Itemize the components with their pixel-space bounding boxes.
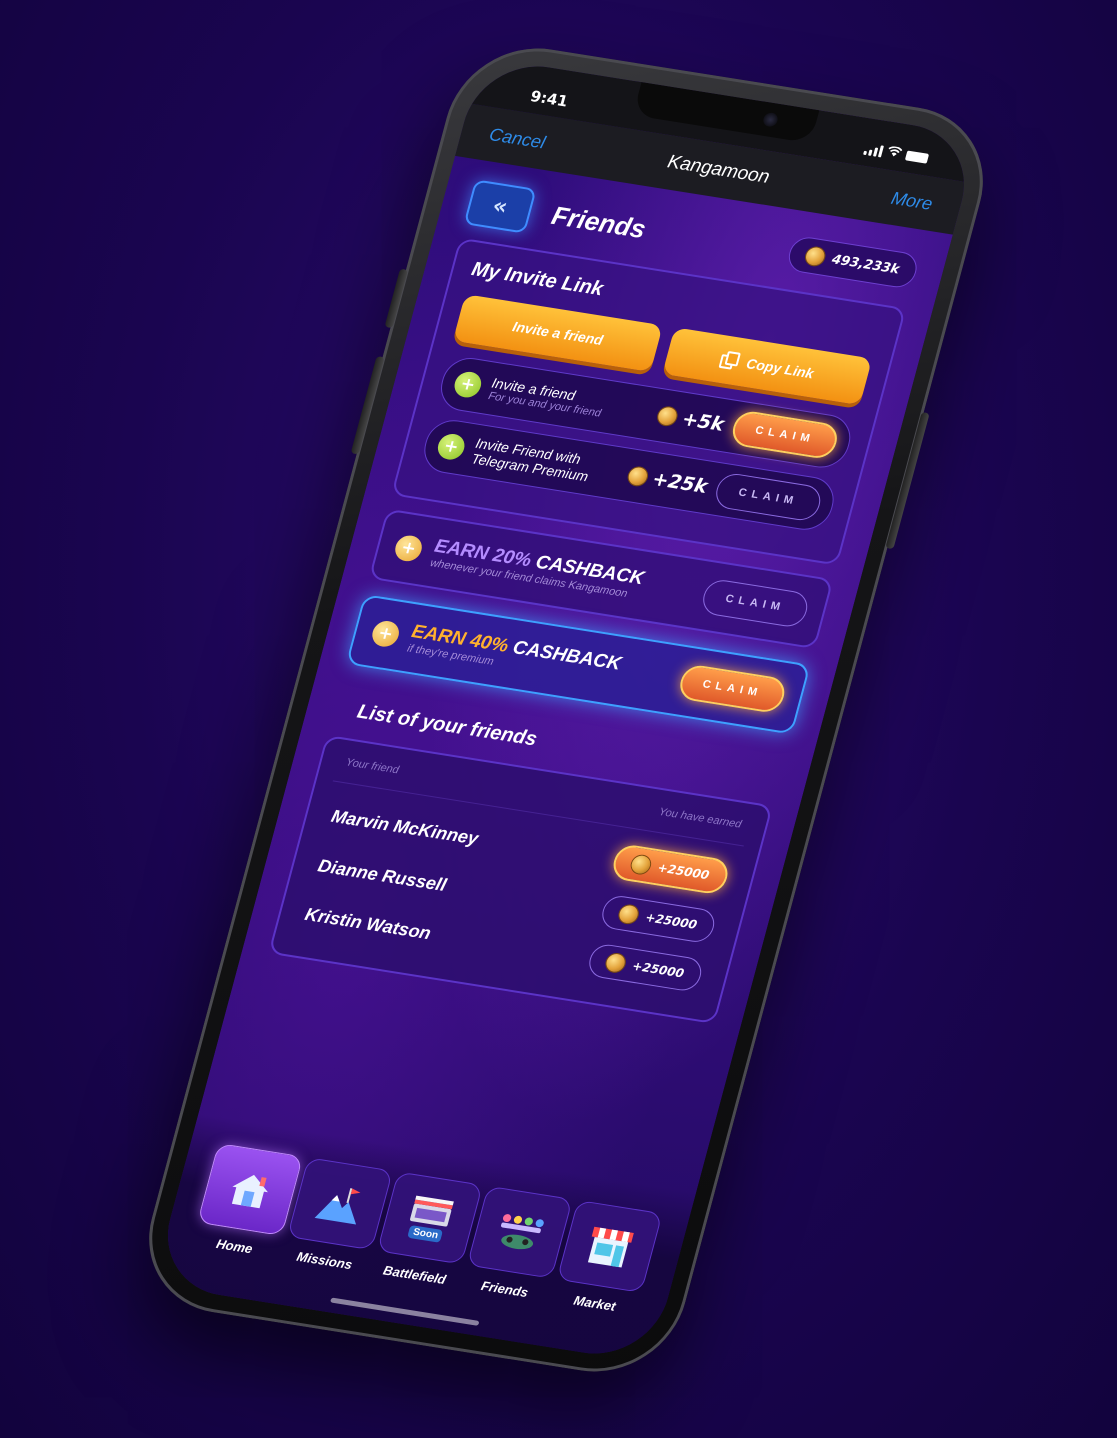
page-title: Friends	[548, 199, 650, 244]
cashback-text: EARN 20% CASHBACK whenever your friend c…	[429, 536, 697, 610]
col-friend: Your friend	[344, 756, 401, 777]
arena-icon: Soon	[376, 1171, 484, 1265]
coin-icon	[656, 406, 679, 427]
plus-icon: +	[451, 369, 485, 400]
stage: 9:41 Cancel Kangamoon More « Friends 493…	[0, 0, 1117, 1438]
invite-friend-label: Invite a friend	[510, 318, 605, 348]
screen: 9:41 Cancel Kangamoon More « Friends 493…	[152, 56, 980, 1364]
coin-icon	[626, 466, 650, 487]
camera-icon	[761, 111, 780, 128]
chevron-left-icon: «	[489, 193, 511, 220]
copy-icon	[718, 350, 742, 370]
earned-badge: +25000	[585, 942, 705, 993]
coin-icon	[617, 904, 641, 925]
status-time: 9:41	[528, 87, 570, 111]
earned-value: +25000	[643, 910, 699, 932]
cancel-button[interactable]: Cancel	[487, 124, 548, 153]
copy-link-label: Copy Link	[744, 355, 816, 382]
coin-icon	[604, 952, 628, 974]
reward-value: +5k	[679, 407, 727, 436]
claim-button[interactable]: CLAIM	[699, 577, 812, 629]
coin-icon	[804, 246, 827, 267]
friends-group-icon	[466, 1185, 574, 1279]
task-text: Invite Friend with Telegram Premium	[470, 435, 624, 489]
claim-button[interactable]: CLAIM	[712, 471, 825, 523]
soon-badge: Soon	[407, 1224, 444, 1243]
phone-frame: 9:41 Cancel Kangamoon More « Friends 493…	[130, 36, 1002, 1384]
earned-value: +25000	[656, 860, 711, 883]
task-reward: +5k	[656, 404, 727, 436]
tab-label: Battlefield	[381, 1262, 448, 1287]
coin-icon	[629, 854, 653, 875]
plus-icon: +	[434, 432, 468, 462]
reward-value: +25k	[649, 468, 710, 499]
battery-icon	[904, 150, 930, 164]
home-icon	[196, 1142, 303, 1236]
claim-button[interactable]: CLAIM	[676, 663, 789, 715]
status-icons	[863, 142, 930, 166]
more-button[interactable]: More	[889, 187, 935, 214]
back-button[interactable]: «	[463, 179, 537, 234]
cashback-text: EARN 40% CASHBACK if they're premium	[406, 621, 674, 695]
col-earned: You have earned	[657, 805, 743, 831]
friends-list-panel: Your friend You have earned Marvin McKin…	[268, 734, 774, 1025]
claim-button[interactable]: CLAIM	[728, 409, 841, 461]
friend-name: Kristin Watson	[303, 903, 434, 943]
side-button	[384, 268, 408, 329]
tab-label: Market	[572, 1292, 618, 1314]
coin-balance: 493,233k	[784, 234, 921, 290]
task-text: Invite a friend For you and your friend	[487, 374, 653, 427]
signal-icon	[863, 143, 884, 158]
plus-icon: +	[369, 619, 402, 649]
plus-icon: +	[392, 533, 425, 564]
wifi-icon	[886, 146, 903, 162]
task-reward: +25k	[626, 464, 710, 498]
earned-value: +25000	[630, 958, 686, 981]
tab-label: Missions	[295, 1248, 354, 1273]
balance-value: 493,233k	[830, 251, 902, 277]
earned-badge: +25000	[609, 842, 732, 896]
task-title: Invite Friend with Telegram Premium	[469, 434, 591, 485]
tab-label: Friends	[479, 1278, 530, 1300]
friend-name: Marvin McKinney	[329, 805, 481, 849]
mountain-flag-icon	[286, 1157, 393, 1251]
shop-icon	[556, 1199, 664, 1294]
earned-badge: +25000	[598, 893, 718, 945]
tab-label: Home	[214, 1236, 255, 1257]
friend-name: Dianne Russell	[316, 854, 449, 895]
invite-link-panel: My Invite Link Invite a friend Copy Link…	[390, 237, 907, 566]
app-title: Kangamoon	[665, 151, 772, 188]
